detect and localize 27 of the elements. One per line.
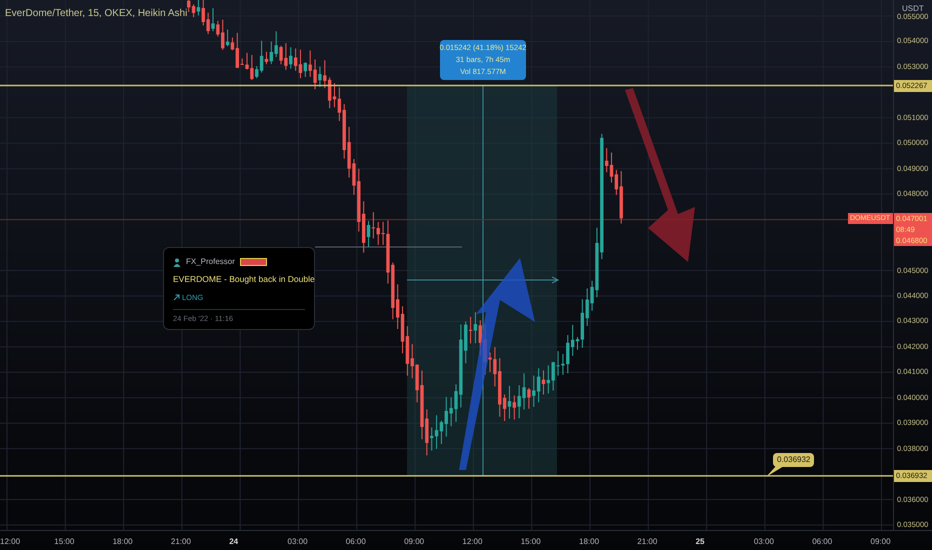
- time-label: 12:00: [0, 536, 20, 548]
- time-label: 21:00: [170, 536, 191, 548]
- level-line[interactable]: [0, 475, 893, 477]
- time-label: 09:00: [404, 536, 424, 548]
- time-label: 03:00: [288, 536, 308, 548]
- time-label: 06:00: [812, 536, 832, 548]
- arrow-icon: [173, 294, 180, 301]
- time-label: 21:00: [637, 536, 658, 548]
- measure-range-area[interactable]: [407, 86, 557, 476]
- author-name[interactable]: FX_Professor: [186, 256, 235, 268]
- time-label: 18:00: [579, 536, 600, 548]
- time-label: 18:00: [112, 536, 133, 548]
- up-arrow-drawing[interactable]: [459, 258, 535, 470]
- person-icon: [173, 258, 181, 266]
- level-line[interactable]: [0, 84, 893, 86]
- author-badge: [240, 258, 267, 266]
- time-label: 24: [229, 536, 238, 548]
- chart-title: EverDome/Tether, 15, OKEX, Heikin Ashi: [5, 7, 188, 21]
- time-label: 06:00: [346, 536, 366, 548]
- time-label: 12:00: [462, 536, 482, 548]
- time-label: 15:00: [54, 536, 74, 548]
- time-label: 15:00: [520, 536, 541, 548]
- unit-label: USDT: [902, 3, 924, 14]
- time-label: 03:00: [754, 536, 774, 548]
- time-label: 09:00: [870, 536, 891, 548]
- idea-title[interactable]: EVERDOME - Bought back in Double: [173, 273, 315, 286]
- time-label: 25: [696, 536, 704, 548]
